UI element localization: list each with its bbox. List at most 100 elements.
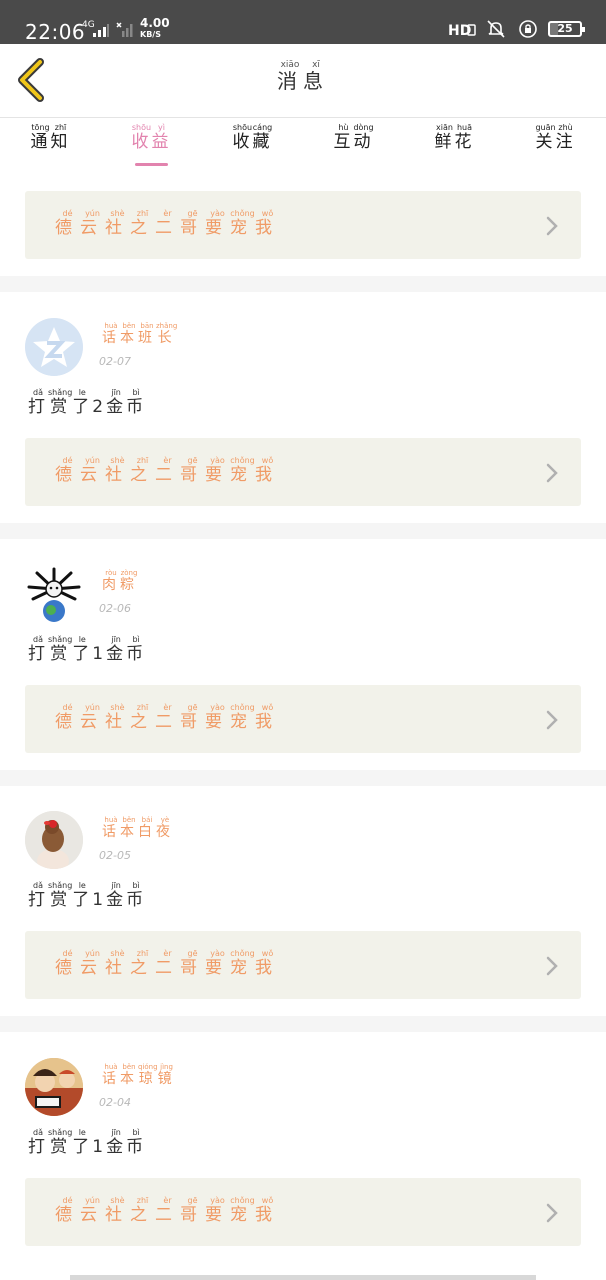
username-char: 话huà [102, 322, 120, 346]
promo-pinyin: zhī [130, 456, 155, 465]
tab-2[interactable]: 收shōu藏cáng [202, 119, 303, 175]
tab-label: 关guān注zhù [535, 123, 575, 152]
promo-pinyin: shè [105, 949, 130, 958]
promo-pinyin: èr [155, 456, 180, 465]
tab-active-indicator [135, 163, 168, 166]
username-char: 长zhǎng [156, 322, 178, 346]
tab-pinyin: cáng [252, 123, 273, 132]
promo-char: 云yún [80, 209, 105, 238]
avatar[interactable] [25, 811, 83, 869]
promo-char: 云yún [80, 456, 105, 485]
promo-char: 社shè [105, 209, 130, 238]
tab-4[interactable]: 鲜xiān花huā [404, 119, 505, 175]
tab-char: 互hù [333, 123, 354, 152]
reward-pinyin: bì [126, 1128, 147, 1137]
lock-icon [519, 20, 537, 38]
promo-char: 云yún [80, 1196, 105, 1225]
tab-3[interactable]: 互hù动dòng [303, 119, 404, 175]
username[interactable]: 话huà本běn琼qióng镜jìng [102, 1063, 176, 1088]
title-char: 息xī [303, 60, 329, 93]
promo-char: 要yào [205, 703, 230, 732]
promo-link-text: 德dé云yún社shè之zhī二èr哥gē要yào宠chǒng我wǒ [55, 1196, 280, 1225]
promo-char: 我wǒ [255, 209, 280, 238]
tab-char: 关guān [535, 123, 556, 152]
gesture-bar[interactable] [70, 1275, 536, 1280]
promo-pinyin: shè [105, 1196, 130, 1205]
avatar[interactable] [25, 1058, 83, 1116]
promo-link-card[interactable]: 德dé云yún社shè之zhī二èr哥gē要yào宠chǒng我wǒ [25, 931, 581, 999]
promo-pinyin: dé [55, 209, 80, 218]
promo-pinyin: zhī [130, 209, 155, 218]
promo-char: 二èr [155, 703, 180, 732]
status-bar: 22:06 4G 4.00 KB/S HD 25 [0, 0, 606, 44]
avatar[interactable] [25, 318, 83, 376]
username-pinyin: ròu [102, 569, 120, 577]
tab-char: 鲜xiān [434, 123, 455, 152]
promo-pinyin: wǒ [255, 1196, 280, 1205]
promo-char: 二èr [155, 209, 180, 238]
promo-link-card[interactable]: 德dé云yún社shè之zhī二èr哥gē要yào宠chǒng我wǒ [25, 438, 581, 506]
reward-pinyin: jīn [106, 388, 127, 397]
promo-link-text: 德dé云yún社shè之zhī二èr哥gē要yào宠chǒng我wǒ [55, 949, 280, 978]
tab-pinyin: guān [535, 123, 556, 132]
reward-pinyin: shǎng [48, 1128, 73, 1137]
promo-char: 要yào [205, 209, 230, 238]
tab-char: 知zhī [50, 123, 71, 152]
cartoon-avatar-icon [27, 567, 81, 622]
promo-link-card[interactable]: 德dé云yún社shè之zhī二èr哥gē要yào宠chǒng我wǒ [25, 1178, 581, 1246]
username[interactable]: 话huà本běn白bái夜yè [102, 816, 174, 841]
reward-pinyin: le [72, 881, 93, 890]
entry-date: 02-06 [99, 602, 131, 615]
promo-pinyin: wǒ [255, 456, 280, 465]
promo-pinyin: zhī [130, 949, 155, 958]
tab-char: 藏cáng [252, 123, 273, 152]
username-char: 琼qióng [138, 1063, 158, 1087]
promo-char: 二èr [155, 949, 180, 978]
tab-1[interactable]: 收shōu益yì [101, 119, 202, 175]
reward-char: 2 [92, 397, 107, 417]
default-avatar-icon [25, 318, 83, 376]
reward-char: 赏shǎng [48, 881, 73, 910]
username-char: 夜yè [156, 816, 174, 840]
tab-pinyin: huā [454, 123, 475, 132]
tab-pinyin: yì [151, 123, 172, 132]
promo-pinyin: èr [155, 209, 180, 218]
tab-0[interactable]: 通tōng知zhī [0, 119, 101, 175]
username[interactable]: 话huà本běn班bān长zhǎng [102, 322, 177, 347]
promo-char: 社shè [105, 1196, 130, 1225]
reward-char: 1 [92, 890, 107, 910]
tab-char: 收shōu [131, 123, 152, 152]
reward-text: 打dǎ赏shǎng了le1金jīn币bì [28, 881, 146, 910]
signal-icon [93, 24, 109, 37]
tab-label: 通tōng知zhī [31, 123, 71, 152]
tab-bar: 通tōng知zhī 收shōu益yì 收shōu藏cáng 互hù动dòng 鲜xiān… [0, 119, 606, 175]
tab-label: 收shōu藏cáng [233, 123, 273, 152]
promo-pinyin: dé [55, 949, 80, 958]
tab-5[interactable]: 关guān注zhù [505, 119, 606, 175]
promo-char: 之zhī [130, 703, 155, 732]
promo-pinyin: èr [155, 949, 180, 958]
reward-char: 币bì [126, 881, 147, 910]
tab-pinyin: xiān [434, 123, 455, 132]
username-char: 粽zòng [120, 569, 138, 593]
username-pinyin: zhǎng [156, 322, 178, 330]
promo-char: 德dé [55, 703, 80, 732]
tab-pinyin: tōng [30, 123, 51, 132]
username-char: 肉ròu [102, 569, 120, 593]
username-pinyin: běn [120, 322, 138, 330]
username-char: 白bái [138, 816, 156, 840]
promo-pinyin: yào [205, 949, 230, 958]
promo-link-text: 德dé云yún社shè之zhī二èr哥gē要yào宠chǒng我wǒ [55, 209, 280, 238]
reward-pinyin: jīn [106, 1128, 127, 1137]
promo-link-text: 德dé云yún社shè之zhī二èr哥gē要yào宠chǒng我wǒ [55, 456, 280, 485]
username[interactable]: 肉ròu粽zòng [102, 569, 138, 594]
reward-char: 赏shǎng [48, 388, 73, 417]
promo-char: 之zhī [130, 456, 155, 485]
promo-link-card[interactable]: 德dé云yún社shè之zhī二èr哥gē要yào宠chǒng我wǒ [25, 191, 581, 259]
avatar[interactable] [25, 565, 83, 623]
promo-link-card[interactable]: 德dé云yún社shè之zhī二èr哥gē要yào宠chǒng我wǒ [25, 685, 581, 753]
battery-icon: 25 [548, 21, 585, 37]
reward-pinyin: jīn [106, 881, 127, 890]
promo-pinyin: èr [155, 1196, 180, 1205]
divider [0, 1016, 606, 1032]
